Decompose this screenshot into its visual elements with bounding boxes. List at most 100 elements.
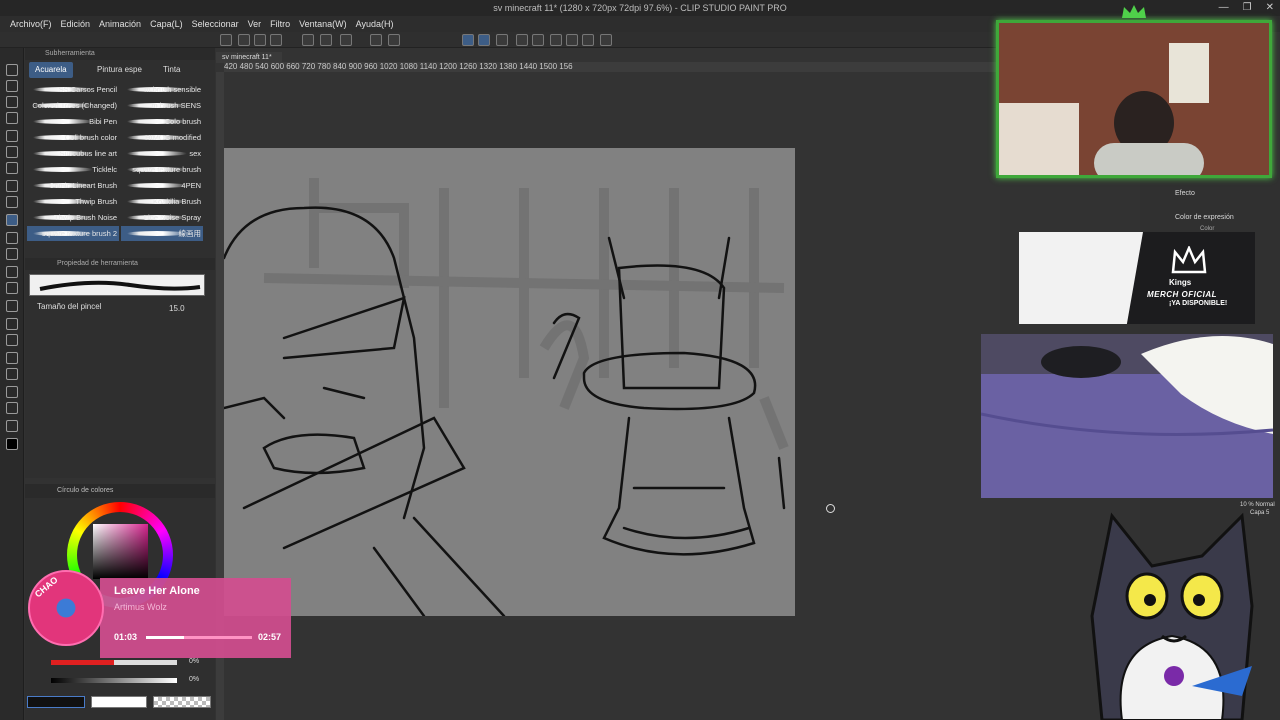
brush-item[interactable]: Line Noise Spray [121, 210, 203, 225]
brush-item-label: SS Carsos Pencil [58, 85, 117, 94]
menu-ayuda[interactable]: Ayuda(H) [354, 16, 401, 32]
close-button[interactable]: ✕ [1266, 0, 1274, 16]
select-icon[interactable] [532, 34, 544, 46]
crop-icon[interactable] [388, 34, 400, 46]
brush-item-label: Comic Lineart Brush [49, 181, 117, 190]
snap-icon[interactable] [600, 34, 612, 46]
main-color-swatch[interactable] [6, 438, 18, 450]
wand-icon[interactable] [6, 146, 18, 158]
brush-item[interactable]: m brush SENS [121, 98, 203, 113]
airbrush-icon[interactable] [6, 232, 18, 244]
brush-item[interactable]: 線画用 [121, 226, 203, 241]
brush-size-value[interactable]: 15.0 [169, 304, 185, 313]
menu-ver[interactable]: Ver [246, 16, 269, 32]
export-icon[interactable] [270, 34, 282, 46]
saturation-slider[interactable] [51, 660, 177, 665]
fill-icon[interactable] [516, 34, 528, 46]
brush-item[interactable]: Ticklelc [27, 162, 119, 177]
ruler-tool-icon[interactable] [6, 368, 18, 380]
brush-item-label: Line Noise Spray [143, 213, 201, 222]
drawing-canvas[interactable] [224, 148, 795, 616]
brush-item[interactable]: HIMOG modified [121, 130, 203, 145]
gradient-icon[interactable] [6, 318, 18, 330]
brush-item[interactable]: Colored Trees (Changed) [27, 98, 119, 113]
brush-item[interactable]: SS Carsos Pencil [27, 82, 119, 97]
frame-icon[interactable] [6, 352, 18, 364]
song-duration: 02:57 [258, 632, 282, 642]
figure-icon[interactable] [6, 334, 18, 346]
tab-pintura[interactable]: Pintura espe [91, 62, 148, 78]
brush-item[interactable]: Comic Lineart Brush [27, 178, 119, 193]
text-icon[interactable] [6, 386, 18, 398]
value-slider[interactable] [51, 678, 177, 683]
brush-item-label: 4PEN [181, 181, 201, 190]
brush-item[interactable]: Thwip Brush [27, 194, 119, 209]
brush-item[interactable]: Koakilia Brush [121, 194, 203, 209]
clip-studio-window: sv minecraft 11* (1280 x 720px 72dpi 97.… [0, 0, 1280, 720]
tab-acuarela[interactable]: Acuarela [29, 62, 73, 78]
brush-item[interactable]: Succubus line art [27, 146, 119, 161]
decoration-icon[interactable] [6, 248, 18, 260]
transform-icon[interactable] [370, 34, 382, 46]
menu-animacion[interactable]: Animación [97, 16, 148, 32]
undo-icon[interactable] [302, 34, 314, 46]
balloon-icon[interactable] [6, 402, 18, 414]
sub-color-chip[interactable] [91, 696, 147, 708]
ruler-icon[interactable] [496, 34, 508, 46]
blend-icon[interactable] [6, 282, 18, 294]
eraser-icon[interactable] [6, 266, 18, 278]
brush-item[interactable]: Bibi Pen [27, 114, 119, 129]
menu-filtro[interactable]: Filtro [268, 16, 297, 32]
menu-edicion[interactable]: Edición [59, 16, 98, 32]
settings-icon[interactable] [340, 34, 352, 46]
menu-ventana[interactable]: Ventana(W) [297, 16, 354, 32]
menu-seleccionar[interactable]: Seleccionar [190, 16, 246, 32]
maximize-button[interactable]: ❐ [1243, 0, 1252, 16]
transparent-color-chip[interactable] [153, 696, 211, 708]
value-percent: 0% [189, 676, 200, 683]
stabilizer-icon[interactable] [478, 34, 490, 46]
selection-icon[interactable] [6, 130, 18, 142]
window-controls: — ❐ ✕ [1219, 0, 1274, 16]
pen-mode-icon[interactable] [462, 34, 474, 46]
brush-item[interactable]: Colo brush [121, 114, 203, 129]
main-color-chip[interactable] [27, 696, 85, 708]
brush-item[interactable]: Coli brush color [27, 130, 119, 145]
brush-item[interactable]: sex [121, 146, 203, 161]
tab-tinta[interactable]: Tinta [157, 62, 187, 78]
saturation-value-square[interactable] [93, 524, 148, 579]
minimize-button[interactable]: — [1219, 0, 1229, 16]
layer-icon[interactable] [550, 34, 562, 46]
brush-icon[interactable] [6, 214, 18, 226]
new-file-icon[interactable] [220, 34, 232, 46]
save-icon[interactable] [254, 34, 266, 46]
correct-line-icon[interactable] [6, 420, 18, 432]
menu-archivo[interactable]: Archivo(F) [8, 16, 59, 32]
brush-stroke-sample [127, 231, 187, 236]
move-icon[interactable] [6, 80, 18, 92]
brush-item[interactable]: Thwip Brush Noise [27, 210, 119, 225]
brush-size-label: Tamaño del pincel [37, 302, 102, 311]
zoom-icon[interactable] [6, 64, 18, 76]
eyedropper-icon[interactable] [6, 162, 18, 174]
pen-icon[interactable] [6, 180, 18, 192]
panel-title: Propiedad de herramienta [25, 258, 215, 270]
song-title: Leave Her Alone [114, 585, 200, 597]
flip-icon[interactable] [566, 34, 578, 46]
album-art-disc [28, 570, 104, 646]
pencil-icon[interactable] [6, 196, 18, 208]
redo-icon[interactable] [320, 34, 332, 46]
brush-item[interactable]: square texture brush 2 [27, 226, 119, 241]
rotate-icon[interactable] [582, 34, 594, 46]
brush-item[interactable]: 4PEN [121, 178, 203, 193]
pet-camera-overlay [981, 334, 1273, 498]
merch-headline: MERCH OFICIAL [1147, 290, 1218, 299]
fill-tool-icon[interactable] [6, 300, 18, 312]
brush-item[interactable]: m brush sensible [121, 82, 203, 97]
operation-icon[interactable] [6, 96, 18, 108]
hand-icon[interactable] [6, 112, 18, 124]
brush-item[interactable]: square texture brush [121, 162, 203, 177]
command-bar [0, 32, 1000, 48]
menu-capa[interactable]: Capa(L) [148, 16, 190, 32]
open-file-icon[interactable] [238, 34, 250, 46]
